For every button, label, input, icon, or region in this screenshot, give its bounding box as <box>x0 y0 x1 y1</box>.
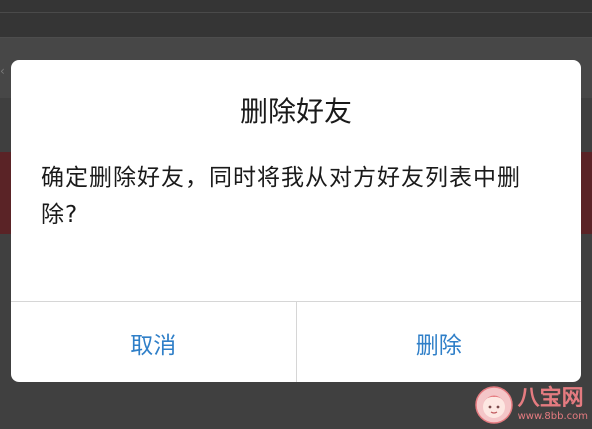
delete-button[interactable]: 删除 <box>295 302 582 382</box>
delete-friend-dialog: 删除好友 确定删除好友，同时将我从对方好友列表中删除? 取消 删除 <box>11 60 581 382</box>
background-top-bar <box>0 0 592 38</box>
background-edge-glyph: ‹ <box>0 64 5 78</box>
watermark-name: 八宝网 <box>517 386 584 411</box>
cancel-button[interactable]: 取消 <box>11 302 296 382</box>
background-divider <box>0 12 592 13</box>
dialog-button-bar: 取消 删除 <box>11 301 581 382</box>
watermark-url: www.8bb.com <box>517 411 588 422</box>
dialog-title: 删除好友 <box>239 95 352 128</box>
dialog-message: 确定删除好友，同时将我从对方好友列表中删除? <box>41 165 521 228</box>
watermark-text: 八宝网 www.8bb.com <box>518 387 588 423</box>
watermark: 八宝网 www.8bb.com <box>474 385 588 425</box>
baby-face-logo-icon <box>474 386 513 424</box>
